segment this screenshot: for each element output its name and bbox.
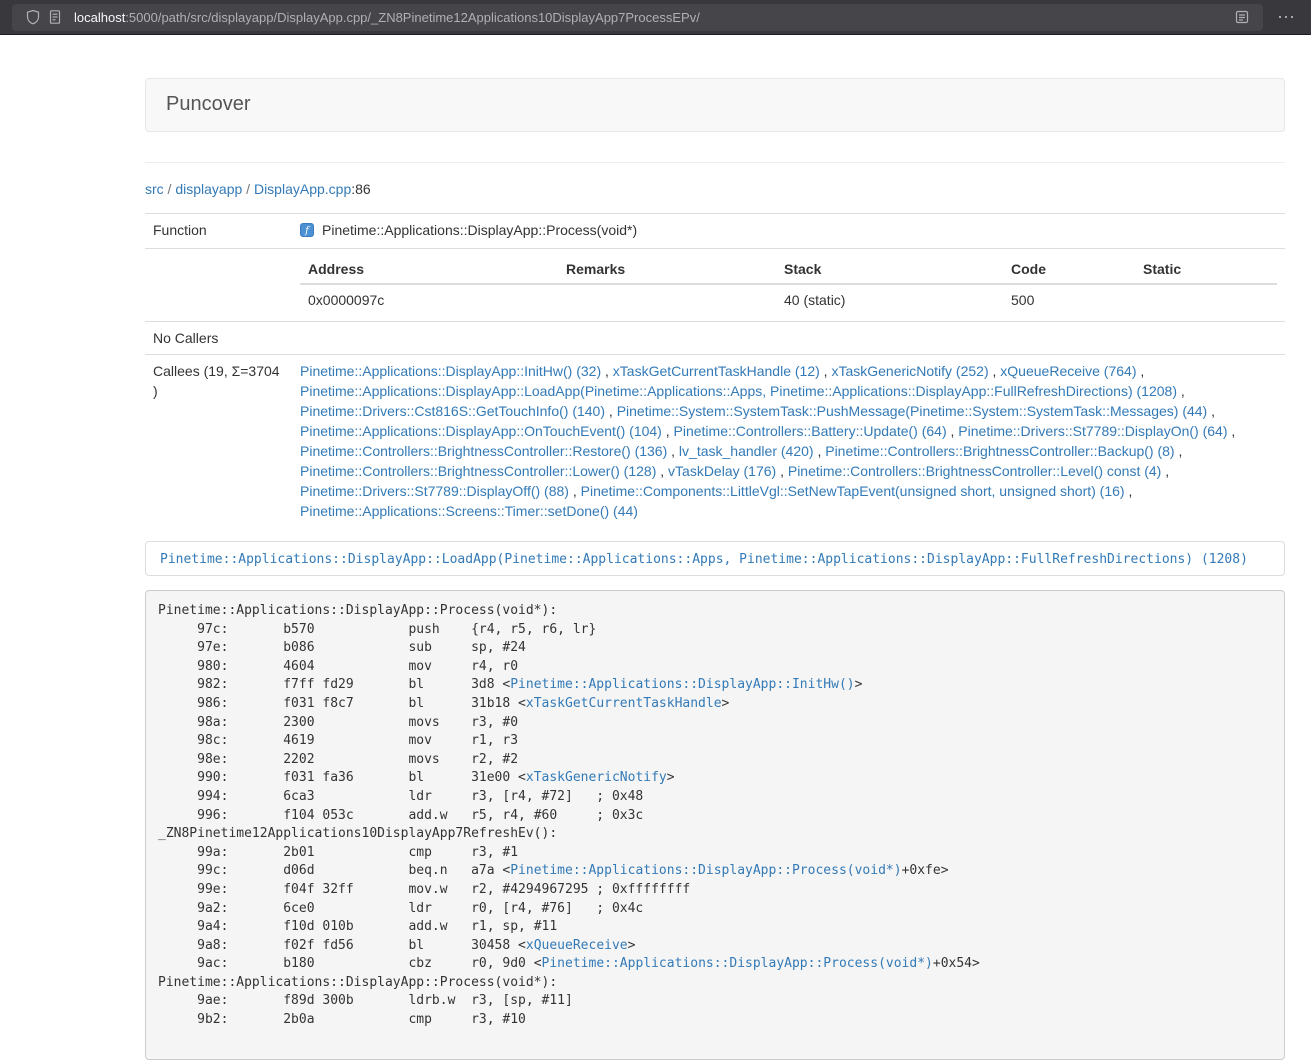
callee-link[interactable]: Pinetime::Drivers::St7789::DisplayOff() … bbox=[300, 483, 569, 499]
breadcrumb-link-displayapp[interactable]: displayapp bbox=[175, 181, 242, 197]
disassembly-symbol-link[interactable]: Pinetime::Applications::DisplayApp::Proc… bbox=[542, 956, 933, 971]
callee-link[interactable]: Pinetime::Drivers::St7789::DisplayOn() (… bbox=[958, 423, 1227, 439]
callee-link[interactable]: xQueueReceive (764) bbox=[1000, 363, 1136, 379]
breadcrumb-separator: / bbox=[242, 181, 254, 197]
column-stack: Stack bbox=[776, 255, 1003, 284]
callee-link[interactable]: vTaskDelay (176) bbox=[668, 463, 776, 479]
disassembly-symbol-link[interactable]: xTaskGetCurrentTaskHandle bbox=[526, 696, 722, 711]
breadcrumb-separator: / bbox=[164, 181, 176, 197]
symbol-table: Function f Pinetime::Applications::Displ… bbox=[145, 213, 1285, 527]
browser-toolbar: localhost:5000/path/src/displayapp/Displ… bbox=[0, 0, 1311, 35]
metrics-value-row: 0x0000097c 40 (static) 500 bbox=[300, 284, 1277, 315]
address-value: 0x0000097c bbox=[300, 284, 558, 315]
stack-value: 40 (static) bbox=[776, 284, 1003, 315]
shield-icon[interactable] bbox=[22, 6, 44, 28]
callee-link[interactable]: Pinetime::Applications::Screens::Timer::… bbox=[300, 503, 638, 519]
static-value bbox=[1135, 284, 1277, 315]
url-bar[interactable]: localhost:5000/path/src/displayapp/Displ… bbox=[12, 4, 1263, 31]
highlight-panel: Pinetime::Applications::DisplayApp::Load… bbox=[145, 541, 1285, 576]
callee-link[interactable]: lv_task_handler (420) bbox=[679, 443, 814, 459]
column-static: Static bbox=[1135, 255, 1277, 284]
breadcrumb-link-src[interactable]: src bbox=[145, 181, 164, 197]
url-host: localhost bbox=[74, 10, 125, 25]
app-header: Puncover bbox=[145, 78, 1285, 132]
function-label: Function bbox=[145, 214, 292, 249]
metrics-cell: Address Remarks Stack Code Static 0x0000… bbox=[292, 249, 1285, 322]
metrics-row-spacer bbox=[145, 249, 292, 322]
column-remarks: Remarks bbox=[558, 255, 776, 284]
remarks-value bbox=[558, 284, 776, 315]
disassembly-symbol-link[interactable]: Pinetime::Applications::DisplayApp::Init… bbox=[510, 677, 854, 692]
column-code: Code bbox=[1003, 255, 1135, 284]
breadcrumb-link-DisplayApp.cpp[interactable]: DisplayApp.cpp bbox=[254, 181, 351, 197]
disassembly: Pinetime::Applications::DisplayApp::Proc… bbox=[145, 590, 1285, 1060]
divider bbox=[145, 162, 1285, 163]
callee-link[interactable]: Pinetime::Applications::DisplayApp::Init… bbox=[300, 363, 601, 379]
disassembly-symbol-link[interactable]: xQueueReceive bbox=[526, 938, 628, 953]
callees-row: Callees (19, Σ=3704 ) Pinetime::Applicat… bbox=[145, 355, 1285, 528]
callee-link[interactable]: Pinetime::Controllers::BrightnessControl… bbox=[300, 463, 656, 479]
reader-view-icon[interactable] bbox=[1231, 6, 1253, 28]
breadcrumb: src / displayapp / DisplayApp.cpp:86 bbox=[145, 179, 1285, 199]
function-name: Pinetime::Applications::DisplayApp::Proc… bbox=[322, 222, 637, 238]
callee-link[interactable]: Pinetime::Applications::DisplayApp::Load… bbox=[300, 383, 1177, 399]
function-icon: f bbox=[300, 222, 314, 242]
disassembly-symbol-link[interactable]: xTaskGenericNotify bbox=[526, 770, 667, 785]
callers-row: No Callers bbox=[145, 322, 1285, 355]
url-text[interactable]: localhost:5000/path/src/displayapp/Displ… bbox=[74, 10, 1231, 25]
callee-link[interactable]: Pinetime::Controllers::BrightnessControl… bbox=[825, 443, 1174, 459]
callee-link[interactable]: Pinetime::Drivers::Cst816S::GetTouchInfo… bbox=[300, 403, 605, 419]
page-content: Puncover src / displayapp / DisplayApp.c… bbox=[145, 35, 1285, 1060]
code-value: 500 bbox=[1003, 284, 1135, 315]
callee-link[interactable]: Pinetime::Controllers::Battery::Update()… bbox=[674, 423, 947, 439]
breadcrumb-line-number: :86 bbox=[351, 181, 370, 197]
callee-link[interactable]: Pinetime::System::SystemTask::PushMessag… bbox=[617, 403, 1208, 419]
disassembly-symbol-link[interactable]: Pinetime::Applications::DisplayApp::Proc… bbox=[510, 863, 901, 878]
function-row: Function f Pinetime::Applications::Displ… bbox=[145, 214, 1285, 249]
callee-link[interactable]: Pinetime::Controllers::BrightnessControl… bbox=[300, 443, 667, 459]
callee-link[interactable]: xTaskGenericNotify (252) bbox=[831, 363, 988, 379]
callee-link[interactable]: Pinetime::Components::LittleVgl::SetNewT… bbox=[581, 483, 1125, 499]
kebab-menu-icon[interactable]: ⋯ bbox=[1273, 8, 1299, 26]
callee-link[interactable]: Pinetime::Applications::DisplayApp::OnTo… bbox=[300, 423, 662, 439]
callers-cell bbox=[292, 322, 1285, 355]
callee-link[interactable]: xTaskGetCurrentTaskHandle (12) bbox=[613, 363, 820, 379]
callees-list: Pinetime::Applications::DisplayApp::Init… bbox=[292, 355, 1285, 528]
highlight-symbol-link[interactable]: Pinetime::Applications::DisplayApp::Load… bbox=[160, 552, 1248, 567]
metrics-table: Address Remarks Stack Code Static 0x0000… bbox=[300, 255, 1277, 315]
page-info-icon[interactable] bbox=[44, 6, 66, 28]
metrics-header-row: Address Remarks Stack Code Static bbox=[300, 255, 1277, 284]
brand-link[interactable]: Puncover bbox=[146, 79, 271, 130]
function-name-cell: f Pinetime::Applications::DisplayApp::Pr… bbox=[292, 214, 1285, 249]
no-callers-label: No Callers bbox=[145, 322, 292, 355]
callees-label: Callees (19, Σ=3704 ) bbox=[145, 355, 292, 528]
url-path: :5000/path/src/displayapp/DisplayApp.cpp… bbox=[125, 10, 700, 25]
metrics-row: Address Remarks Stack Code Static 0x0000… bbox=[145, 249, 1285, 322]
callee-link[interactable]: Pinetime::Controllers::BrightnessControl… bbox=[788, 463, 1161, 479]
column-address: Address bbox=[300, 255, 558, 284]
